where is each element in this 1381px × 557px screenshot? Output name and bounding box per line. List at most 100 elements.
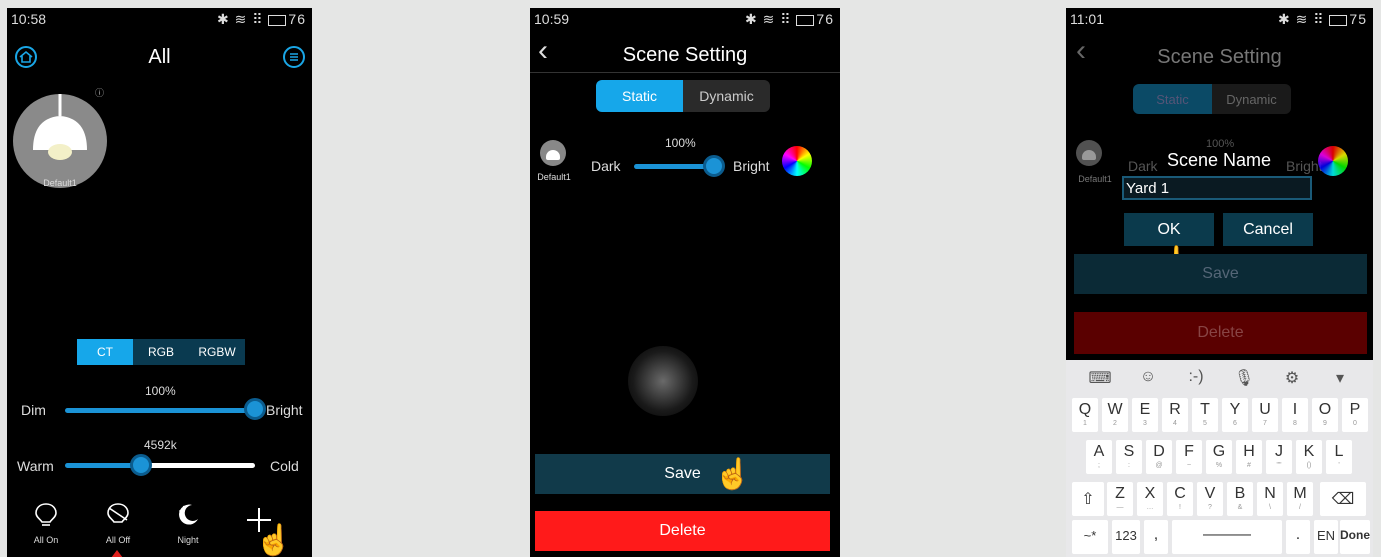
tab-dynamic[interactable]: Dynamic xyxy=(1212,84,1291,114)
glow-decoration xyxy=(628,346,698,416)
scene-type-tabs: Static Dynamic xyxy=(1133,84,1291,114)
keyboard-toolbar-icon[interactable]: ⚙ xyxy=(1276,368,1308,388)
delete-button[interactable]: Delete xyxy=(1074,312,1367,354)
night-button[interactable]: Night xyxy=(163,500,213,550)
comma-key[interactable]: , xyxy=(1144,520,1168,554)
phone-screen-scene-setting: 10:59 ✱ ≋ ⠿ 76 ‹ Scene Setting Static Dy… xyxy=(530,8,840,557)
scene-type-tabs: Static Dynamic xyxy=(596,80,770,112)
device-bulb-icon xyxy=(1076,140,1102,166)
brightness-max-label: Bright xyxy=(266,402,303,418)
key-u[interactable]: U7 xyxy=(1252,398,1278,432)
key-w[interactable]: W2 xyxy=(1102,398,1128,432)
key-x[interactable]: X… xyxy=(1137,482,1163,516)
shift-key[interactable]: ⇧ xyxy=(1072,482,1104,516)
key-h[interactable]: H # xyxy=(1236,440,1262,474)
page-title: Scene Setting xyxy=(1157,46,1282,68)
soft-keyboard: ⌨ ☺ :-) 🎙 ⚙ ▾ Q 1 W 2 E 3 R 4 T 5 Y 6 U 7 I 8 O 9 P 0 A; S: D @ F ~ G% H #… xyxy=(1066,360,1373,557)
phone-screen-lights: 10:58 ✱ ≋ ⠿ 76 All ⓘ Default1 CT RGB RGB… xyxy=(7,8,312,557)
keyboard-toolbar-icon[interactable]: ⌨ xyxy=(1084,368,1116,388)
keyboard-toolbar-icon[interactable]: 🎙 xyxy=(1228,368,1260,388)
device-info-icon[interactable]: ⓘ xyxy=(95,86,104,99)
cancel-button[interactable]: Cancel xyxy=(1223,213,1313,246)
key-m[interactable]: M / xyxy=(1287,482,1313,516)
key-d[interactable]: D @ xyxy=(1146,440,1172,474)
pointer-arrow-icon xyxy=(111,550,123,557)
brightness-value: 100% xyxy=(665,136,696,150)
phone-screen-scene-name-dialog: 11:01 ✱ ≋ ⠿ 75 ‹ Scene Setting Static Dy… xyxy=(1066,8,1373,557)
brightness-slider-knob[interactable] xyxy=(703,155,725,177)
menu-icon[interactable] xyxy=(283,46,305,68)
key-v[interactable]: V? xyxy=(1197,482,1223,516)
scene-name-input[interactable]: Yard 1 xyxy=(1122,176,1312,200)
brightness-max-label: Bright xyxy=(733,158,770,174)
tab-rgbw[interactable]: RGBW xyxy=(189,339,245,365)
key-q[interactable]: Q1 xyxy=(1072,398,1098,432)
tap-hand-icon: ☝ xyxy=(714,458,752,491)
device-bulb-icon[interactable] xyxy=(540,140,566,166)
status-time: 10:59 xyxy=(534,11,570,27)
brightness-min-label: Dim xyxy=(21,402,46,418)
tab-rgb[interactable]: RGB xyxy=(133,339,189,365)
mode-tabs: CT RGB RGBW xyxy=(77,339,245,365)
period-key[interactable]: . xyxy=(1286,520,1310,554)
key-z[interactable]: Z — xyxy=(1107,482,1133,516)
save-button[interactable]: Save xyxy=(535,454,830,494)
bulb-outline-icon xyxy=(35,503,57,526)
key-k[interactable]: K() xyxy=(1296,440,1322,474)
all-on-button[interactable]: All On xyxy=(21,500,71,550)
keyboard-toolbar-icon[interactable]: ☺ xyxy=(1132,368,1164,386)
dialog-title: Scene Name xyxy=(1167,150,1272,170)
all-off-button[interactable]: All Off xyxy=(93,500,143,550)
keyboard-toolbar-icon[interactable]: :-) xyxy=(1180,368,1212,386)
key-g[interactable]: G% xyxy=(1206,440,1232,474)
color-temp-slider-knob[interactable] xyxy=(130,454,152,476)
key-i[interactable]: I8 xyxy=(1282,398,1308,432)
key-r[interactable]: R4 xyxy=(1162,398,1188,432)
moon-icon xyxy=(179,504,198,525)
status-bar: 10:58 ✱ ≋ ⠿ 76 xyxy=(7,8,312,30)
battery-icon xyxy=(268,14,287,26)
key-j[interactable]: J "" xyxy=(1266,440,1292,474)
ok-button[interactable]: OK xyxy=(1124,213,1214,246)
color-temp-slider[interactable] xyxy=(65,463,255,468)
key-e[interactable]: E3 xyxy=(1132,398,1158,432)
brightness-slider[interactable] xyxy=(634,164,714,169)
key-s[interactable]: S: xyxy=(1116,440,1142,474)
brightness-slider-knob[interactable] xyxy=(244,398,266,420)
device-name: Default1 xyxy=(1078,174,1112,184)
space-key[interactable]: ——— xyxy=(1172,520,1282,554)
key-f[interactable]: F ~ xyxy=(1176,440,1202,474)
tab-ct[interactable]: CT xyxy=(77,339,133,365)
key-o[interactable]: O9 xyxy=(1312,398,1338,432)
tab-dynamic[interactable]: Dynamic xyxy=(683,80,770,112)
numbers-key[interactable]: 123 xyxy=(1112,520,1140,554)
language-key[interactable]: EN xyxy=(1314,520,1338,554)
save-button[interactable]: Save xyxy=(1074,254,1367,294)
pendant-lamp-icon xyxy=(33,94,87,160)
device-bulb[interactable] xyxy=(13,94,107,188)
key-a[interactable]: A; xyxy=(1086,440,1112,474)
key-l[interactable]: L ' xyxy=(1326,440,1352,474)
symbols-key[interactable]: ~* xyxy=(1072,520,1108,554)
device-name: Default1 xyxy=(43,178,77,188)
done-key[interactable]: Done xyxy=(1340,520,1370,554)
backspace-key[interactable]: ⌫ xyxy=(1320,482,1366,516)
key-c[interactable]: C! xyxy=(1167,482,1193,516)
color-temp-min-label: Warm xyxy=(17,458,54,474)
brightness-value: 100% xyxy=(145,384,176,398)
color-wheel-icon xyxy=(1318,146,1348,176)
color-wheel-icon[interactable] xyxy=(782,146,812,176)
key-n[interactable]: N \ xyxy=(1257,482,1283,516)
key-y[interactable]: Y6 xyxy=(1222,398,1248,432)
keyboard-toolbar-icon[interactable]: ▾ xyxy=(1324,368,1356,388)
delete-button[interactable]: Delete xyxy=(535,511,830,551)
bg-min-label: Dark xyxy=(1128,158,1158,174)
key-b[interactable]: B & xyxy=(1227,482,1253,516)
brightness-slider[interactable] xyxy=(65,408,255,413)
key-p[interactable]: P0 xyxy=(1342,398,1368,432)
status-bar: 11:01 ✱ ≋ ⠿ 75 xyxy=(1066,8,1373,30)
page-title: All xyxy=(148,46,171,68)
key-t[interactable]: T5 xyxy=(1192,398,1218,432)
tab-static[interactable]: Static xyxy=(596,80,683,112)
tab-static[interactable]: Static xyxy=(1133,84,1212,114)
